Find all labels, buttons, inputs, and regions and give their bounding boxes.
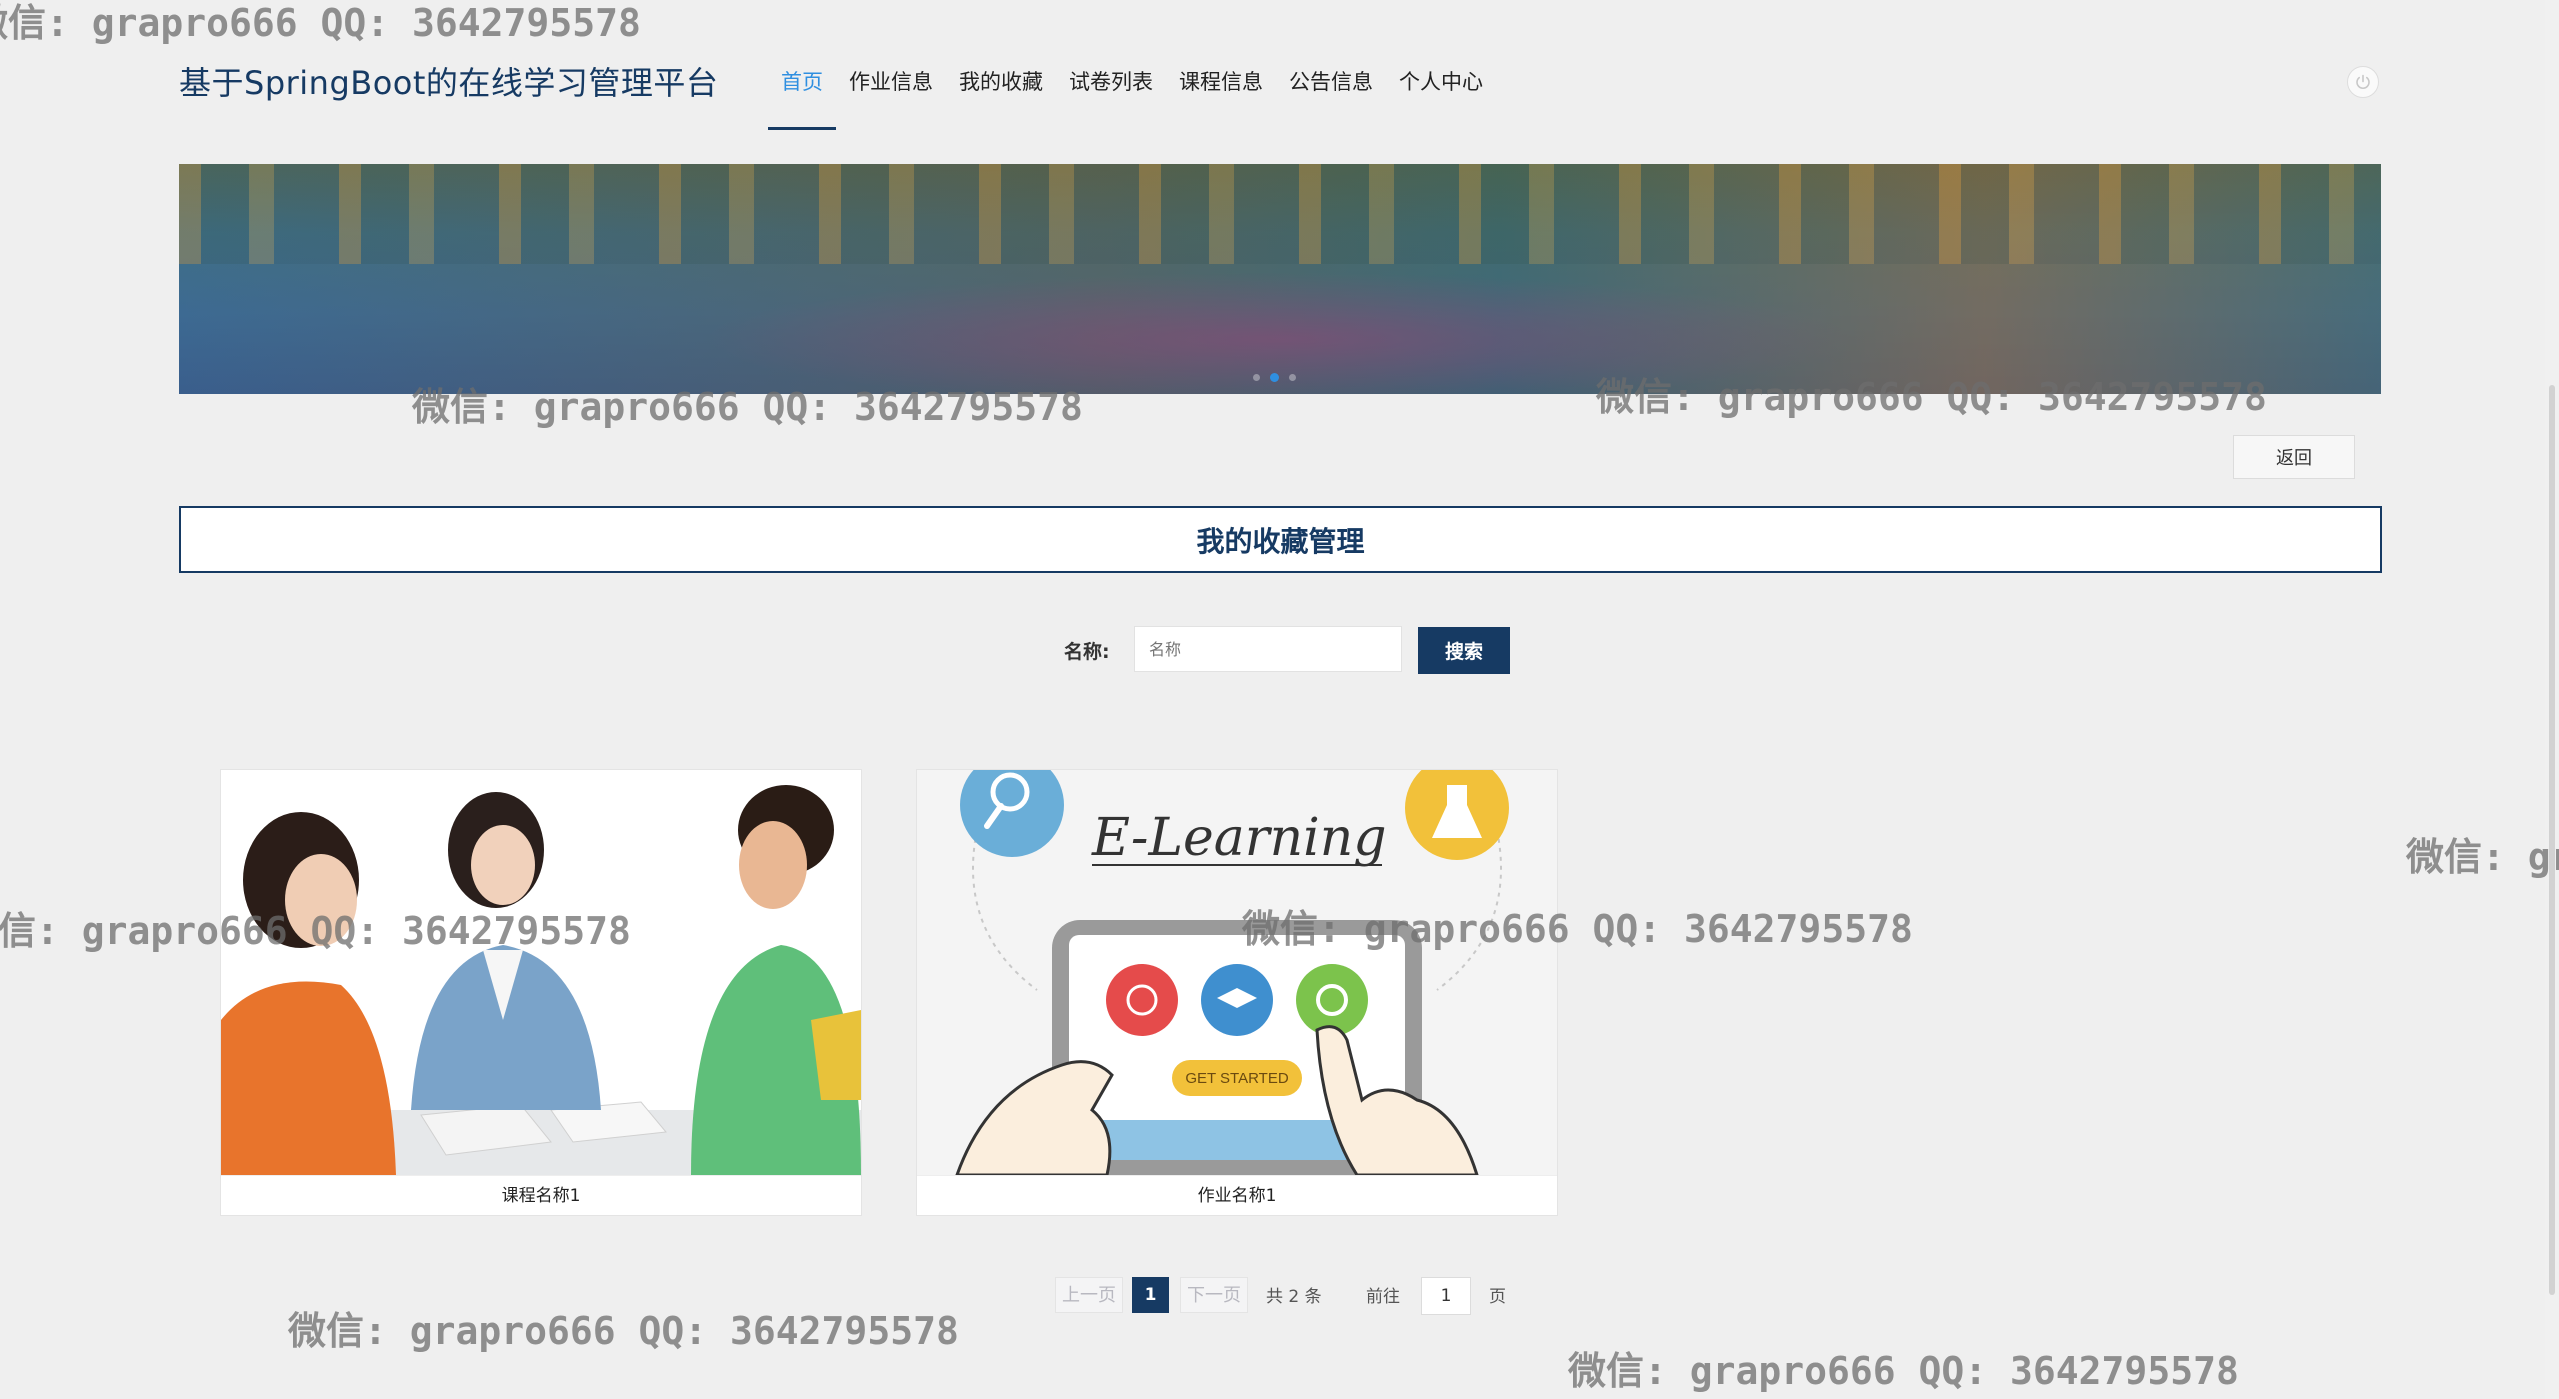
nav-homework[interactable]: 作业信息 [836,0,946,130]
main-nav: 首页 作业信息 我的收藏 试卷列表 课程信息 公告信息 个人中心 [768,0,1496,132]
nav-home[interactable]: 首页 [768,0,836,130]
nav-profile[interactable]: 个人中心 [1386,0,1496,130]
header: 基于SpringBoot的在线学习管理平台 首页 作业信息 我的收藏 试卷列表 … [0,0,2559,140]
favorite-card[interactable]: 课程名称1 [220,769,862,1216]
card-caption[interactable]: 课程名称1 [221,1175,861,1216]
carousel-indicators [1253,373,1296,382]
prev-page-button[interactable]: 上一页 [1055,1277,1123,1313]
card-image-e-learning: E-Learning GET STARTED [917,770,1557,1175]
search-label: 名称: [1064,641,1110,663]
goto-page-input[interactable] [1421,1277,1471,1315]
e-learning-illustration: E-Learning GET STARTED [917,770,1557,1175]
carousel-dot-2[interactable] [1270,373,1279,382]
card-caption[interactable]: 作业名称1 [917,1175,1557,1216]
watermark: 微信: grapro666 QQ: 3642795578 [288,1309,959,1353]
illustration-heading: E-Learning [1091,808,1387,868]
search-input[interactable] [1134,626,1402,672]
carousel-dot-1[interactable] [1253,374,1260,381]
next-page-button[interactable]: 下一页 [1180,1277,1248,1313]
page-suffix: 页 [1489,1287,1506,1307]
nav-exam-list[interactable]: 试卷列表 [1056,0,1166,130]
page-title: 我的收藏管理 [179,506,2382,573]
back-button[interactable]: 返回 [2233,435,2355,479]
watermark: 微信: grapro666 QQ: 3642795578 [1568,1349,2239,1393]
nav-favorites[interactable]: 我的收藏 [946,0,1056,130]
favorite-card[interactable]: E-Learning GET STARTED 作业名称1 [916,769,1558,1216]
illustration-button-text: GET STARTED [1185,1070,1289,1087]
power-icon [2356,74,2370,89]
total-count: 共 2 条 [1266,1287,1322,1307]
watermark: 微信: grapro666 QQ: 3642795578 [2406,835,2559,879]
goto-label: 前往 [1366,1287,1400,1307]
logout-button[interactable] [2347,66,2379,98]
banner-carousel[interactable] [179,164,2381,394]
banner-image [179,164,2381,264]
nav-announcements[interactable]: 公告信息 [1276,0,1386,130]
scrollbar-thumb[interactable] [2549,385,2555,1295]
card-image-teacher-students [221,770,861,1175]
site-title[interactable]: 基于SpringBoot的在线学习管理平台 [179,58,718,104]
page-number-1[interactable]: 1 [1132,1277,1169,1313]
nav-courses[interactable]: 课程信息 [1166,0,1276,130]
search-button[interactable]: 搜索 [1418,627,1510,674]
carousel-dot-3[interactable] [1289,374,1296,381]
teacher-students-photo [221,770,861,1175]
